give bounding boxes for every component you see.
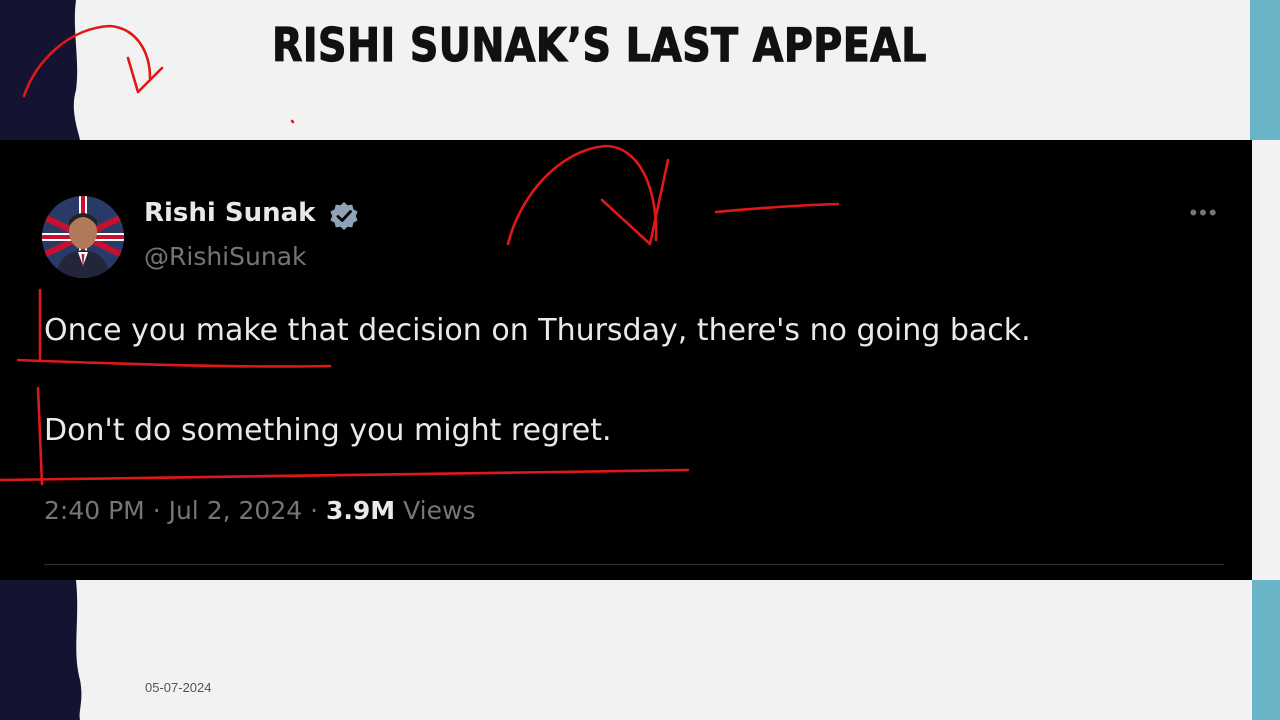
tweet-text-line-2: Don't do something you might regret. xyxy=(44,413,612,448)
slide-title: RISHI SUNAK’S LAST APPEAL xyxy=(271,17,927,72)
views-count: 3.9M xyxy=(326,496,396,525)
meta-separator: · xyxy=(152,496,161,525)
more-horizontal-icon[interactable]: ••• xyxy=(1184,200,1224,230)
tweet-date[interactable]: Jul 2, 2024 xyxy=(169,496,303,525)
tweet-text-line-1: Once you make that decision on Thursday,… xyxy=(44,313,1031,348)
verified-badge-icon xyxy=(330,202,358,230)
tweet-meta: 2:40 PM · Jul 2, 2024 · 3.9M Views xyxy=(44,496,475,525)
slide-date: 05-07-2024 xyxy=(145,680,212,695)
tweet-time[interactable]: 2:40 PM xyxy=(44,496,145,525)
divider xyxy=(44,564,1224,565)
author-handle[interactable]: @RishiSunak xyxy=(144,242,307,271)
profile-photo-icon xyxy=(42,196,124,278)
author-name[interactable]: Rishi Sunak xyxy=(144,198,315,228)
meta-separator: · xyxy=(310,496,319,525)
views-label: Views xyxy=(403,496,476,525)
avatar[interactable] xyxy=(42,196,124,278)
